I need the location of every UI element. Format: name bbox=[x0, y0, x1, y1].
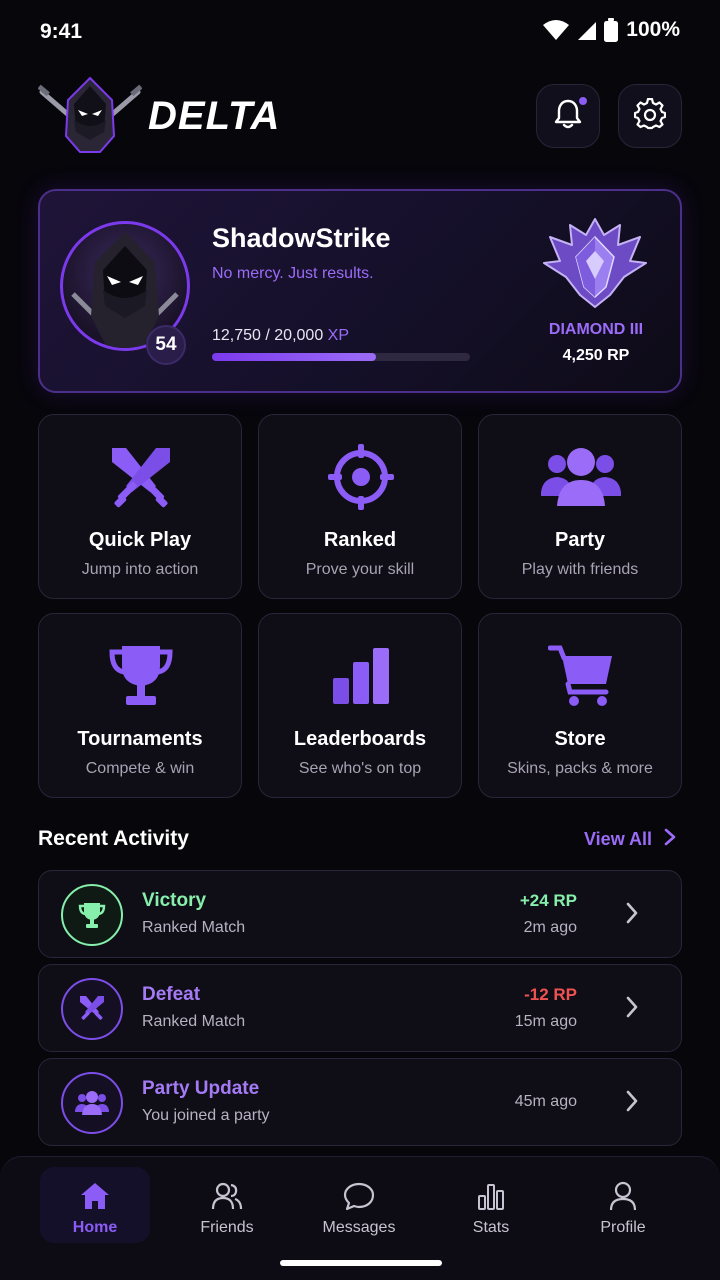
tile-subtitle: See who's on top bbox=[298, 760, 422, 777]
friends-icon bbox=[172, 1175, 282, 1211]
trophy-icon bbox=[61, 884, 123, 946]
activity-rp-change: -12 RP bbox=[524, 985, 577, 1004]
tile-title: Tournaments bbox=[77, 728, 203, 750]
nav-label: Stats bbox=[472, 1219, 510, 1236]
rank-points: 4,250 RP bbox=[562, 347, 630, 364]
view-all-link[interactable]: View All bbox=[584, 828, 676, 851]
activity-title: Party Update bbox=[142, 1078, 260, 1099]
crosshair-icon bbox=[321, 441, 401, 513]
battery-percent: 100% bbox=[626, 18, 680, 41]
nav-stats[interactable]: Stats bbox=[436, 1167, 546, 1243]
brand-name: DELTA bbox=[148, 94, 281, 138]
recent-activity-title: Recent Activity bbox=[38, 827, 189, 850]
tile-subtitle: Play with friends bbox=[521, 561, 639, 578]
nav-home[interactable]: Home bbox=[40, 1167, 150, 1243]
xp-value: 12,750 / 20,000 bbox=[212, 327, 324, 344]
tile-ranked[interactable]: Ranked Prove your skill bbox=[258, 414, 462, 599]
gear-icon bbox=[633, 97, 667, 135]
home-indicator bbox=[280, 1260, 442, 1266]
xp-progress-fill bbox=[212, 353, 377, 361]
diamond-rank-icon bbox=[540, 215, 650, 309]
profile-tagline: No mercy. Just results. bbox=[212, 265, 374, 282]
view-all-label: View All bbox=[584, 829, 653, 849]
signal-icon bbox=[576, 19, 598, 41]
tile-party[interactable]: Party Play with friends bbox=[478, 414, 682, 599]
home-screen: 9:41 100% DELTA 54 ShadowStrike No mercy… bbox=[0, 0, 720, 1280]
tile-subtitle: Compete & win bbox=[85, 760, 195, 777]
activity-time: 2m ago bbox=[523, 919, 577, 936]
activity-subtitle: You joined a party bbox=[142, 1107, 270, 1124]
tile-tournaments[interactable]: Tournaments Compete & win bbox=[38, 613, 242, 798]
chevron-right-icon bbox=[625, 1089, 639, 1118]
rank-name: DIAMOND III bbox=[548, 321, 644, 338]
tile-title: Leaderboards bbox=[293, 728, 427, 750]
home-icon bbox=[40, 1175, 150, 1211]
activity-time: 45m ago bbox=[514, 1093, 577, 1110]
status-time: 9:41 bbox=[40, 20, 83, 43]
ninja-logo-icon bbox=[37, 74, 143, 158]
username: ShadowStrike bbox=[212, 223, 391, 253]
activity-title: Victory bbox=[142, 890, 207, 911]
group-icon bbox=[541, 441, 621, 513]
group-icon bbox=[61, 1072, 123, 1134]
activity-title: Defeat bbox=[142, 984, 201, 1005]
status-icons: 100% bbox=[542, 18, 680, 42]
xp-progress-bar bbox=[212, 353, 470, 361]
tile-subtitle: Prove your skill bbox=[305, 561, 415, 578]
level-badge: 54 bbox=[146, 325, 186, 365]
tile-subtitle: Skins, packs & more bbox=[507, 760, 653, 777]
app-header: DELTA bbox=[37, 74, 682, 158]
trophy-icon bbox=[101, 640, 181, 712]
activity-item-victory[interactable]: Victory Ranked Match +24 RP 2m ago bbox=[38, 870, 682, 958]
battery-icon bbox=[604, 18, 619, 42]
nav-messages[interactable]: Messages bbox=[304, 1167, 414, 1243]
chevron-right-icon bbox=[664, 828, 676, 851]
tile-store[interactable]: Store Skins, packs & more bbox=[478, 613, 682, 798]
tile-leaderboards[interactable]: Leaderboards See who's on top bbox=[258, 613, 462, 798]
crossed-swords-icon bbox=[101, 441, 181, 513]
activity-time: 15m ago bbox=[514, 1013, 577, 1030]
nav-profile[interactable]: Profile bbox=[568, 1167, 678, 1243]
tile-title: Party bbox=[554, 529, 606, 551]
xp-unit: XP bbox=[327, 327, 350, 344]
nav-label: Messages bbox=[322, 1219, 396, 1236]
activity-rp-change: +24 RP bbox=[519, 891, 577, 910]
chevron-right-icon bbox=[625, 901, 639, 930]
notification-dot bbox=[577, 95, 589, 107]
bar-chart-icon bbox=[321, 640, 401, 712]
chevron-right-icon bbox=[625, 995, 639, 1024]
activity-subtitle: Ranked Match bbox=[142, 919, 246, 936]
status-bar: 9:41 100% bbox=[0, 0, 720, 64]
settings-button[interactable] bbox=[618, 84, 682, 148]
activity-item-defeat[interactable]: Defeat Ranked Match -12 RP 15m ago bbox=[38, 964, 682, 1052]
nav-friends[interactable]: Friends bbox=[172, 1167, 282, 1243]
crossed-swords-icon bbox=[61, 978, 123, 1040]
notifications-button[interactable] bbox=[536, 84, 600, 148]
tile-title: Quick Play bbox=[88, 529, 192, 551]
tile-title: Store bbox=[554, 728, 606, 750]
person-icon bbox=[568, 1175, 678, 1211]
activity-subtitle: Ranked Match bbox=[142, 1013, 246, 1030]
profile-card[interactable]: 54 ShadowStrike No mercy. Just results. … bbox=[38, 189, 682, 393]
tile-subtitle: Jump into action bbox=[81, 561, 199, 578]
stats-icon bbox=[436, 1175, 546, 1211]
tile-quick-play[interactable]: Quick Play Jump into action bbox=[38, 414, 242, 599]
nav-label: Profile bbox=[600, 1219, 646, 1236]
xp-readout: 12,750 / 20,000 XP bbox=[212, 327, 349, 345]
activity-item-party-update[interactable]: Party Update You joined a party 45m ago bbox=[38, 1058, 682, 1146]
cart-icon bbox=[541, 640, 621, 712]
wifi-icon bbox=[542, 19, 570, 41]
nav-label: Friends bbox=[200, 1219, 254, 1236]
chat-bubble-icon bbox=[304, 1175, 414, 1211]
nav-label: Home bbox=[72, 1219, 118, 1236]
tile-title: Ranked bbox=[323, 529, 397, 551]
